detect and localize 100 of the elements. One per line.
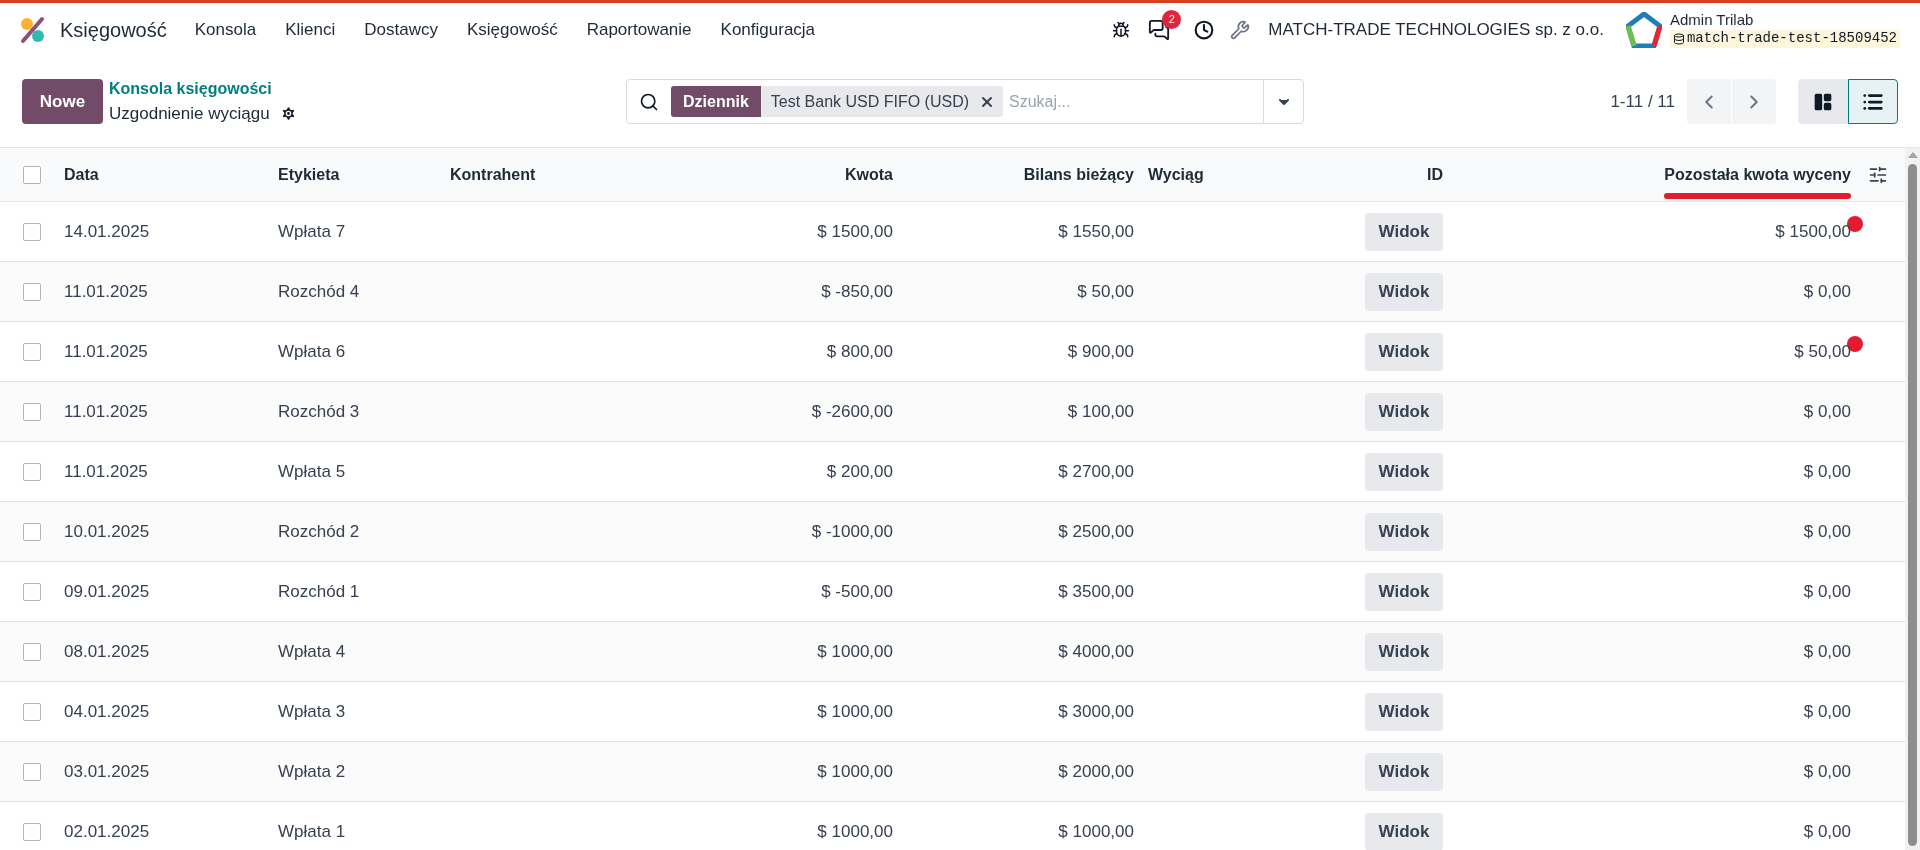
column-header[interactable]: Pozostała kwota wyceny xyxy=(1664,148,1851,201)
column-header[interactable]: Wyciąg xyxy=(1148,148,1204,201)
table-cell-text: 11.01.2025 xyxy=(64,460,149,483)
tools-icon[interactable] xyxy=(1230,19,1251,40)
table-cell-text: Wpłata 4 xyxy=(278,640,347,663)
previous-page-button[interactable] xyxy=(1687,79,1731,124)
next-page-button[interactable] xyxy=(1732,79,1776,124)
table-cell-text: $ 0,00 xyxy=(1803,460,1851,483)
table-cell-text: Wpłata 5 xyxy=(278,460,347,483)
table-cell-text: Rozchód 2 xyxy=(278,520,361,543)
debug-bug-icon[interactable] xyxy=(1112,20,1131,39)
user-avatar-icon[interactable] xyxy=(1625,11,1662,48)
row-checkbox[interactable] xyxy=(23,222,41,241)
column-header[interactable]: Etykieta xyxy=(278,148,340,201)
table-cell-text: $ 0,00 xyxy=(1803,280,1851,303)
kanban-icon xyxy=(1813,91,1833,112)
column-header[interactable]: Kontrahent xyxy=(450,148,536,201)
view-button[interactable]: Widok xyxy=(1365,692,1443,731)
table-cell-text: Wpłata 7 xyxy=(278,220,347,243)
table-cell-text: $ 3000,00 xyxy=(1057,700,1134,723)
table-cell-text: Rozchód 1 xyxy=(278,580,361,603)
column-header[interactable]: Kwota xyxy=(845,148,893,201)
table-cell-text: Wpłata 3 xyxy=(278,700,347,723)
app-name[interactable]: Księgowość xyxy=(60,14,167,45)
view-button[interactable]: Widok xyxy=(1365,512,1443,551)
table-cell-text: $ 0,00 xyxy=(1803,820,1851,843)
search-bar[interactable]: Dziennik Test Bank USD FIFO (USD) Szukaj... xyxy=(626,79,1304,124)
settings-icon[interactable] xyxy=(279,105,297,122)
menu-item[interactable]: Klienci xyxy=(285,16,336,43)
table-cell-text: 11.01.2025 xyxy=(64,280,149,303)
table-cell-text: $ 50,00 xyxy=(1794,340,1851,363)
app-logo-icon[interactable] xyxy=(20,15,46,44)
view-button[interactable]: Widok xyxy=(1365,272,1443,311)
table-cell-text: Rozchód 4 xyxy=(278,280,361,303)
row-checkbox[interactable] xyxy=(23,462,41,481)
clock-icon[interactable] xyxy=(1194,19,1215,40)
new-button[interactable]: Nowe xyxy=(22,79,103,124)
page-title: Uzgodnienie wyciągu xyxy=(109,102,270,125)
table-cell-text: $ 1000,00 xyxy=(816,700,893,723)
table-cell-text: $ 50,00 xyxy=(1076,280,1134,303)
view-button[interactable]: Widok xyxy=(1365,212,1443,251)
row-checkbox[interactable] xyxy=(23,762,41,781)
row-checkbox[interactable] xyxy=(23,282,41,301)
row-checkbox[interactable] xyxy=(23,522,41,541)
table-cell-text: $ 1500,00 xyxy=(1775,220,1851,243)
menu-item[interactable]: Dostawcy xyxy=(364,16,438,43)
row-checkbox[interactable] xyxy=(23,165,41,184)
column-header[interactable]: Data xyxy=(64,148,99,201)
kanban-view-button[interactable] xyxy=(1798,79,1848,124)
table-cell-text: 09.01.2025 xyxy=(64,580,151,603)
row-checkbox[interactable] xyxy=(23,582,41,601)
table-cell-text: $ 1000,00 xyxy=(816,820,893,843)
user-name[interactable]: Admin Trilab xyxy=(1669,11,1900,31)
view-button[interactable]: Widok xyxy=(1365,392,1443,431)
view-button[interactable]: Widok xyxy=(1365,572,1443,611)
database-icon xyxy=(1672,32,1685,45)
view-button[interactable]: Widok xyxy=(1365,752,1443,791)
table-cell-text: $ 800,00 xyxy=(825,340,893,363)
row-checkbox[interactable] xyxy=(23,642,41,661)
table-cell-text: 08.01.2025 xyxy=(64,640,151,663)
breadcrumb-link[interactable]: Konsola księgowości xyxy=(109,76,529,101)
table-cell-text: $ 0,00 xyxy=(1803,640,1851,663)
row-checkbox[interactable] xyxy=(23,702,41,721)
view-button[interactable]: Widok xyxy=(1365,812,1443,850)
menu-item[interactable]: Konfiguracja xyxy=(720,16,816,43)
table-cell-text: 11.01.2025 xyxy=(64,340,149,363)
table-cell-text: 11.01.2025 xyxy=(64,400,149,423)
view-button[interactable]: Widok xyxy=(1365,632,1443,671)
table-cell-text: 10.01.2025 xyxy=(64,520,151,543)
table-cell-text: $ -2600,00 xyxy=(810,400,893,423)
table-cell-text: $ 100,00 xyxy=(1066,400,1134,423)
row-checkbox[interactable] xyxy=(23,402,41,421)
table-cell-text: $ 2000,00 xyxy=(1057,760,1134,783)
menu-item[interactable]: Raportowanie xyxy=(586,16,692,43)
search-input[interactable]: Szukaj... xyxy=(1009,89,1263,114)
view-button[interactable]: Widok xyxy=(1365,452,1443,491)
table-cell-text: 14.01.2025 xyxy=(64,220,151,243)
company-name[interactable]: MATCH-TRADE TECHNOLOGIES sp. z o.o. xyxy=(1268,16,1604,43)
table-cell-text: $ 900,00 xyxy=(1066,340,1134,363)
table-cell-text: $ 200,00 xyxy=(825,460,893,483)
column-header[interactable]: ID xyxy=(1427,148,1443,201)
facet-value: Test Bank USD FIFO (USD) xyxy=(769,91,971,112)
view-button[interactable]: Widok xyxy=(1365,332,1443,371)
menu-item[interactable]: Konsola xyxy=(194,16,257,43)
table-cell-text: $ 1500,00 xyxy=(816,220,893,243)
row-checkbox[interactable] xyxy=(23,342,41,361)
list-view-button[interactable] xyxy=(1848,79,1898,124)
table-cell-text: $ 1000,00 xyxy=(816,760,893,783)
table-cell-text: $ 0,00 xyxy=(1803,580,1851,603)
row-checkbox[interactable] xyxy=(23,822,41,841)
pager-value[interactable]: 1-11 / 11 xyxy=(1610,88,1675,115)
table-cell-text: $ 1000,00 xyxy=(1057,820,1134,843)
table-cell-text: $ 0,00 xyxy=(1803,760,1851,783)
column-header[interactable]: Bilans bieżący xyxy=(1023,148,1134,201)
scrollbar[interactable] xyxy=(1905,148,1920,850)
menu-item[interactable]: Księgowość xyxy=(466,16,558,43)
table-cell-text: 04.01.2025 xyxy=(64,700,151,723)
chat-icon[interactable] xyxy=(1148,18,1171,41)
search-icon[interactable] xyxy=(639,91,659,112)
optional-columns-icon[interactable] xyxy=(1868,164,1888,185)
